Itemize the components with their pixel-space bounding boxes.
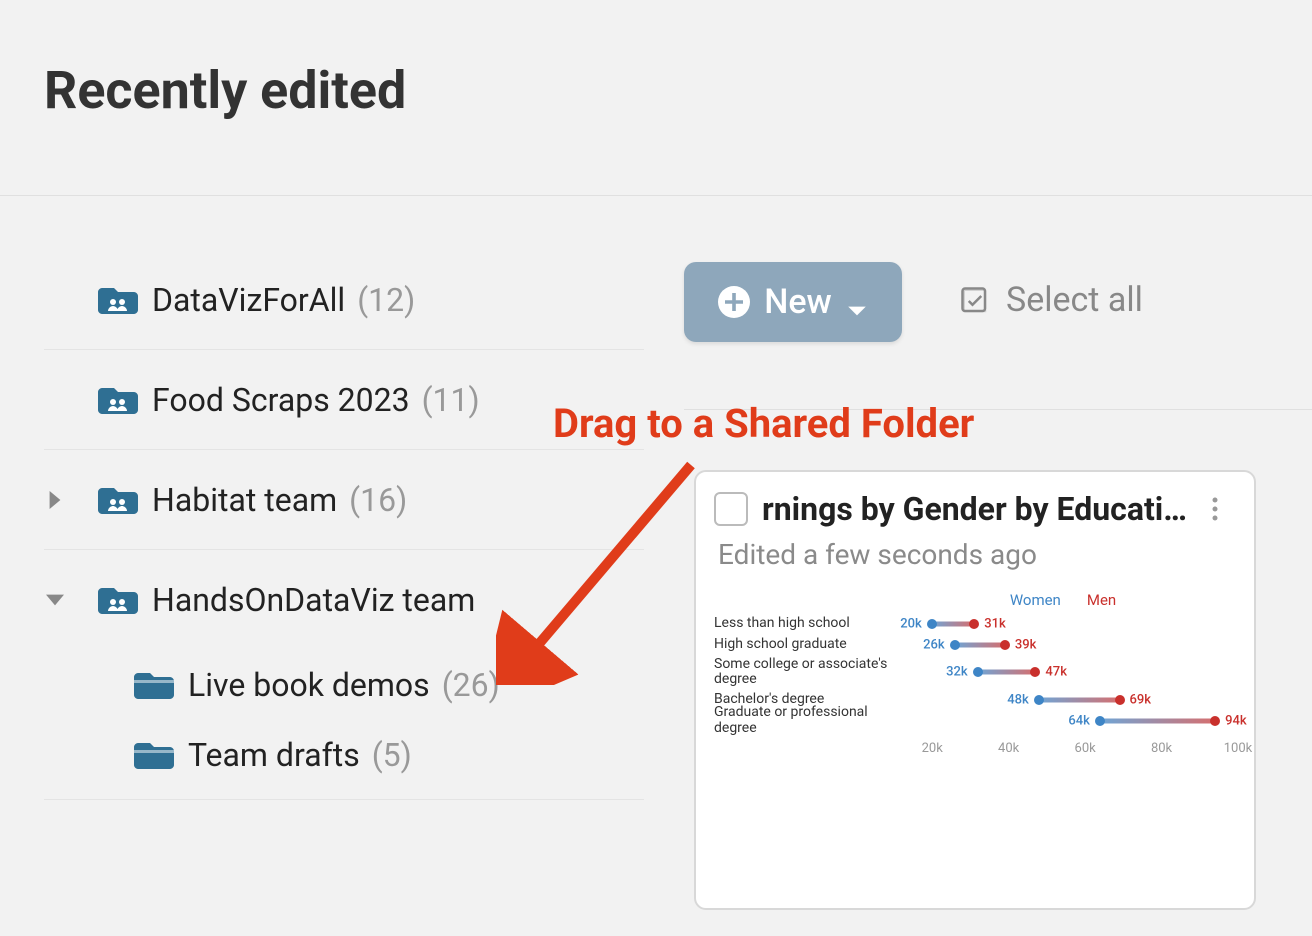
chart-plot-area: 64k94k [894, 710, 1238, 731]
select-all-icon [960, 285, 990, 315]
axis-tick: 100k [1224, 741, 1253, 756]
folder-count: (16) [349, 481, 407, 519]
axis-tick: 80k [1151, 741, 1172, 756]
value-label-men: 47k [1045, 665, 1067, 680]
select-all-label: Select all [1006, 280, 1143, 320]
team-folder-icon [98, 384, 138, 416]
chart-plot-area: 32k 47k [894, 655, 1238, 689]
team-folder-icon [98, 584, 138, 616]
chart-row: High school graduate 26k 39k [714, 634, 1238, 655]
folder-label: Habitat team [152, 481, 337, 519]
caret-right-icon[interactable] [44, 489, 66, 511]
chart-category-label: Some college or associate's degree [714, 657, 894, 688]
caret-down-icon[interactable] [44, 589, 66, 611]
folder-count: (5) [372, 736, 412, 774]
axis-tick: 20k [922, 741, 943, 756]
dot-men [1210, 716, 1220, 726]
team-folder-icon [98, 484, 138, 516]
plus-circle-icon [718, 286, 750, 318]
card-title: rnings by Gender by Educati… [762, 490, 1198, 528]
chart-category-label: Graduate or professional degree [714, 705, 894, 736]
chart-plot-area: 26k 39k [894, 634, 1238, 655]
header-divider [0, 195, 1312, 196]
select-all-toggle[interactable]: Select all [960, 280, 1143, 320]
team-folder-habitat[interactable]: Habitat team (16) [44, 450, 644, 550]
value-label-women: 32k [946, 665, 968, 680]
value-label-men: 31k [984, 616, 1006, 631]
team-folder-icon [98, 284, 138, 316]
value-label-women: 64k [1068, 713, 1090, 728]
chart-row: Graduate or professional degree64k94k [714, 710, 1238, 731]
subfolder-team-drafts[interactable]: Team drafts (5) [44, 720, 644, 800]
chart-legend: Women Men [898, 591, 1228, 609]
value-label-women: 48k [1007, 692, 1029, 707]
team-folder-datavizforall[interactable]: DataVizForAll (12) [44, 250, 644, 350]
dot-women [950, 640, 960, 650]
dot-women [927, 619, 937, 629]
chevron-down-icon [846, 291, 868, 313]
value-label-men: 69k [1130, 692, 1152, 707]
folder-label: Live book demos [188, 666, 430, 704]
folder-label: Team drafts [188, 736, 360, 774]
dot-women [1034, 695, 1044, 705]
team-folder-handson[interactable]: HandsOnDataViz team [44, 550, 644, 650]
folder-count: (11) [422, 381, 480, 419]
dot-men [1115, 695, 1125, 705]
new-button-label: New [764, 282, 832, 322]
chart-row: Less than high school 20k 31k [714, 613, 1238, 634]
more-icon[interactable] [1212, 497, 1236, 521]
subfolder-live-demos[interactable]: Live book demos (26) [44, 650, 644, 720]
chart-category-label: High school graduate [714, 637, 894, 652]
chart-preview: Women Men Less than high school 20k 31k Hig… [714, 591, 1238, 766]
chart-row: Some college or associate's degree 32k 47k [714, 655, 1238, 689]
axis-tick: 60k [1075, 741, 1096, 756]
new-button[interactable]: New [684, 262, 902, 342]
page-title: Recently edited [44, 60, 406, 121]
chart-plot-area: 20k 31k [894, 613, 1238, 634]
value-label-men: 39k [1015, 637, 1037, 652]
chart-card[interactable]: rnings by Gender by Educati… Edited a fe… [694, 470, 1256, 910]
folder-tree: DataVizForAll (12) Food Scraps 2023 (11)… [44, 250, 644, 800]
folder-label: Food Scraps 2023 [152, 381, 410, 419]
axis-tick: 40k [998, 741, 1019, 756]
folder-label: HandsOnDataViz team [152, 581, 475, 619]
card-checkbox[interactable] [714, 492, 748, 526]
folder-count: (12) [357, 281, 415, 319]
legend-women: Women [1010, 591, 1061, 609]
legend-men: Men [1087, 591, 1116, 609]
dot-men [1000, 640, 1010, 650]
folder-icon [134, 669, 174, 701]
dot-women [1095, 716, 1105, 726]
value-label-women: 20k [900, 616, 922, 631]
value-label-men: 94k [1225, 713, 1247, 728]
dot-men [969, 619, 979, 629]
annotation-label: Drag to a Shared Folder [553, 400, 974, 447]
value-label-women: 26k [923, 637, 945, 652]
card-header: rnings by Gender by Educati… [714, 490, 1236, 528]
dot-men [1030, 667, 1040, 677]
folder-count: (26) [442, 666, 500, 704]
chart-plot-area: 48k 69k [894, 689, 1238, 710]
card-subtitle: Edited a few seconds ago [718, 538, 1236, 571]
folder-icon [134, 739, 174, 771]
chart-category-label: Less than high school [714, 616, 894, 631]
folder-label: DataVizForAll [152, 281, 345, 319]
dot-women [973, 667, 983, 677]
